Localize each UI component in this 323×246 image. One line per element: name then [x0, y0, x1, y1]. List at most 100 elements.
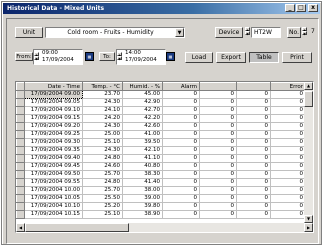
table-cell[interactable]: 0	[162, 130, 200, 139]
table-cell[interactable]: 38.30	[122, 170, 163, 179]
close-icon[interactable]: x	[308, 4, 318, 12]
table-cell[interactable]: 0	[199, 170, 237, 179]
spin-down-icon[interactable]: ▼	[117, 56, 122, 61]
table-cell[interactable]: 39.00	[122, 194, 163, 203]
scroll-left-icon[interactable]: ◀	[16, 223, 25, 232]
table-cell[interactable]: 45.00	[122, 90, 163, 99]
table-cell[interactable]: 25.00	[82, 130, 123, 139]
table-cell[interactable]: 41.40	[122, 178, 163, 187]
row-header[interactable]	[16, 114, 25, 123]
table-cell[interactable]: 0	[162, 170, 200, 179]
table-cell[interactable]: 0	[162, 138, 200, 147]
table-cell[interactable]: 0	[236, 146, 271, 155]
table-cell[interactable]: 25.10	[82, 138, 123, 147]
table-cell[interactable]: 42.20	[122, 114, 163, 123]
table-cell[interactable]: 0	[270, 210, 306, 219]
table-cell[interactable]: 0	[270, 186, 306, 195]
table-row[interactable]: 17/09/2004 10.10 25.20 39.80 0 0 0 0	[16, 202, 306, 211]
table-row[interactable]: 17/09/2004 10.15 25.10 38.90 0 0 0 0	[16, 210, 306, 219]
table-cell[interactable]: 25.50	[82, 194, 123, 203]
table-cell[interactable]: 0	[236, 122, 271, 131]
table-cell[interactable]: 17/09/2004 09.55	[24, 178, 83, 187]
table-cell[interactable]: 0	[162, 122, 200, 131]
table-cell[interactable]: 0	[199, 154, 237, 163]
export-button[interactable]: Export	[216, 52, 246, 63]
table-cell[interactable]: 17/09/2004 10.05	[24, 194, 83, 203]
table-cell[interactable]: 0	[162, 114, 200, 123]
table-cell[interactable]: 24.30	[82, 98, 123, 107]
table-row[interactable]: 17/09/2004 09.15 24.20 42.20 0 0 0 0	[16, 114, 306, 123]
table-cell[interactable]: 0	[199, 98, 237, 107]
table-cell[interactable]: 0	[270, 98, 306, 107]
unit-select[interactable]: Cold room - Fruits - Humidity ▼	[45, 27, 185, 38]
table-cell[interactable]: 0	[199, 90, 237, 99]
load-button[interactable]: Load	[185, 52, 213, 63]
table-cell[interactable]: 17/09/2004 09.25	[24, 130, 83, 139]
row-header[interactable]	[16, 162, 25, 171]
table-cell[interactable]: 0	[270, 130, 306, 139]
table-cell[interactable]: 0	[236, 162, 271, 171]
table-cell[interactable]: 0	[199, 130, 237, 139]
scroll-down-icon[interactable]: ▼	[304, 215, 313, 223]
to-spinner[interactable]: ▲ ▼	[117, 52, 122, 61]
table-cell[interactable]: 17/09/2004 09.35	[24, 146, 83, 155]
table-cell[interactable]: 0	[199, 138, 237, 147]
table-cell[interactable]: 42.70	[122, 106, 163, 115]
row-header[interactable]	[16, 130, 25, 139]
table-cell[interactable]: 0	[199, 210, 237, 219]
table-cell[interactable]: 0	[270, 162, 306, 171]
device-spinner[interactable]: ▲ ▼	[245, 27, 250, 36]
table-cell[interactable]: 0	[162, 194, 200, 203]
table-cell[interactable]: 24.60	[82, 162, 123, 171]
table-button[interactable]: Table	[249, 52, 279, 63]
column-header[interactable]: Alarm	[162, 82, 200, 91]
to-datetime-field[interactable]: 14:00 17/09/2004	[116, 49, 166, 65]
row-header[interactable]	[16, 210, 25, 219]
print-button[interactable]: Print	[282, 52, 312, 63]
table-cell[interactable]: 0	[270, 154, 306, 163]
table-row[interactable]: 17/09/2004 09.35 24.30 42.10 0 0 0 0	[16, 146, 306, 155]
row-header[interactable]	[16, 138, 25, 147]
table-cell[interactable]: 40.80	[122, 162, 163, 171]
table-cell[interactable]: 0	[236, 178, 271, 187]
row-header[interactable]	[16, 186, 25, 195]
table-cell[interactable]: 25.70	[82, 186, 123, 195]
table-row[interactable]: 17/09/2004 09.50 25.70 38.30 0 0 0 0	[16, 170, 306, 179]
table-row[interactable]: 17/09/2004 09.45 24.60 40.80 0 0 0 0	[16, 162, 306, 171]
table-cell[interactable]: 17/09/2004 10.10	[24, 202, 83, 211]
table-cell[interactable]: 0	[270, 114, 306, 123]
table-cell[interactable]: 0	[236, 106, 271, 115]
unit-button[interactable]: Unit	[15, 27, 43, 38]
table-cell[interactable]: 25.10	[82, 210, 123, 219]
table-row[interactable]: 17/09/2004 09.00 23.70 45.00 0 0 0 0	[16, 90, 306, 99]
to-button[interactable]: To:	[99, 52, 115, 61]
table-cell[interactable]: 0	[270, 146, 306, 155]
column-header[interactable]: Error	[270, 82, 306, 91]
table-cell[interactable]: 0	[162, 146, 200, 155]
table-cell[interactable]: 24.80	[82, 178, 123, 187]
column-header[interactable]	[199, 82, 237, 91]
table-row[interactable]: 17/09/2004 09.55 24.80 41.40 0 0 0 0	[16, 178, 306, 187]
minimize-icon[interactable]: _	[285, 4, 295, 12]
table-row[interactable]: 17/09/2004 10.05 25.50 39.00 0 0 0 0	[16, 194, 306, 203]
table-cell[interactable]: 38.90	[122, 210, 163, 219]
spin-down-icon[interactable]: ▼	[34, 56, 39, 61]
chevron-down-icon[interactable]: ▼	[175, 28, 184, 37]
table-cell[interactable]: 0	[270, 178, 306, 187]
table-cell[interactable]: 41.00	[122, 130, 163, 139]
from-datetime-field[interactable]: 09:00 17/09/2004	[33, 49, 83, 65]
vertical-scroll-thumb[interactable]	[304, 91, 313, 107]
table-row[interactable]: 17/09/2004 09.30 25.10 39.50 0 0 0 0	[16, 138, 306, 147]
spin-down-icon[interactable]: ▼	[302, 31, 307, 36]
table-row[interactable]: 17/09/2004 09.25 25.00 41.00 0 0 0 0	[16, 130, 306, 139]
number-spinner[interactable]: ▲ ▼	[302, 27, 307, 36]
table-cell[interactable]: 38.00	[122, 186, 163, 195]
table-cell[interactable]: 0	[236, 114, 271, 123]
table-cell[interactable]: 0	[162, 186, 200, 195]
row-header[interactable]	[16, 202, 25, 211]
table-cell[interactable]: 0	[270, 202, 306, 211]
spin-down-icon[interactable]: ▼	[245, 31, 250, 36]
table-cell[interactable]: 17/09/2004 09.40	[24, 154, 83, 163]
table-cell[interactable]: 24.80	[82, 154, 123, 163]
table-cell[interactable]: 0	[236, 90, 271, 99]
